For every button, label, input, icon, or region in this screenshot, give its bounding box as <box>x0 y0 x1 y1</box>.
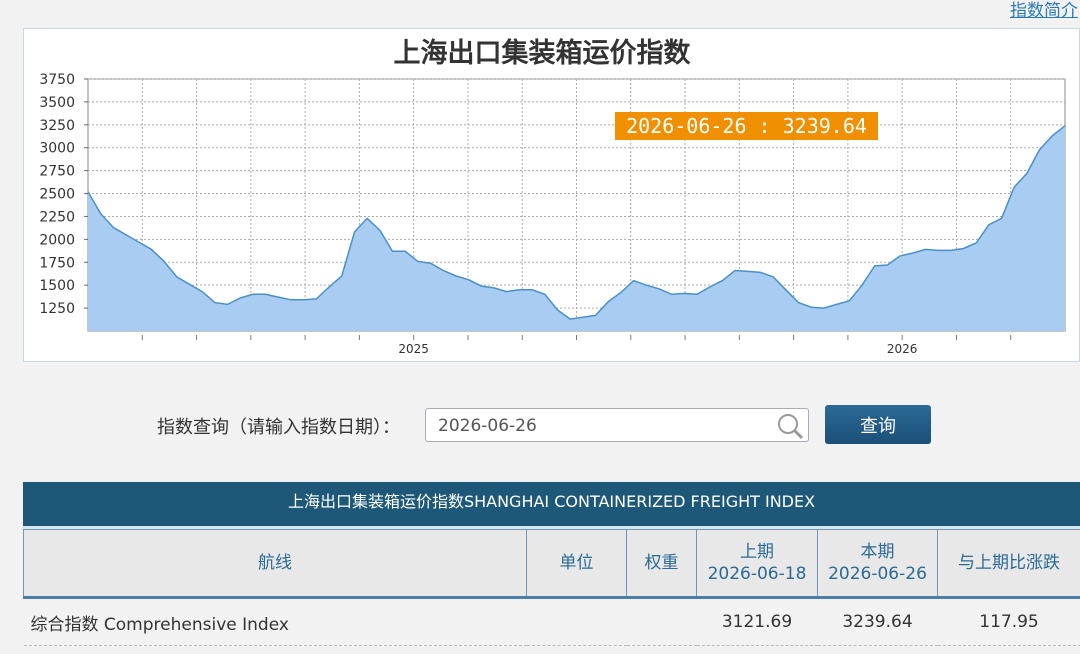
y-tick-label: 1750 <box>39 255 75 271</box>
y-tick-label: 2500 <box>39 187 75 203</box>
y-tick-label: 1250 <box>39 301 75 317</box>
y-tick-label: 3250 <box>39 118 75 134</box>
cell-weight <box>626 597 697 646</box>
cell-change: 117.95 <box>937 597 1080 646</box>
y-tick-label: 2250 <box>39 209 75 225</box>
y-tick-label: 2750 <box>39 164 75 180</box>
y-tick-label: 2000 <box>39 232 75 248</box>
col-change: 与上期比涨跌 <box>937 529 1080 599</box>
col-current: 本期 2026-06-26 <box>817 529 938 599</box>
y-tick-label: 1500 <box>39 278 75 294</box>
col-current-date: 2026-06-26 <box>828 564 927 584</box>
query-row: 指数查询（请输入指数日期）： 查询 <box>0 402 1080 446</box>
col-route: 航线 <box>23 529 527 599</box>
cell-current: 3239.64 <box>817 597 938 646</box>
table-caption: 上海出口集装箱运价指数SHANGHAI CONTAINERIZED FREIGH… <box>23 482 1080 529</box>
table-row: 综合指数 Comprehensive Index 3121.69 3239.64… <box>23 597 1080 646</box>
col-unit: 单位 <box>526 529 627 599</box>
cell-previous: 3121.69 <box>696 597 818 646</box>
date-input[interactable] <box>426 409 780 443</box>
y-tick-label: 3500 <box>39 95 75 111</box>
search-icon[interactable] <box>776 412 804 440</box>
date-input-box[interactable] <box>425 408 809 443</box>
query-button[interactable]: 查询 <box>825 405 931 444</box>
index-table: 航线 单位 权重 上期 2026-06-18 本期 2026-06-26 与上期… <box>23 529 1080 646</box>
cell-unit <box>526 597 627 646</box>
table-header-row: 航线 单位 权重 上期 2026-06-18 本期 2026-06-26 与上期… <box>23 529 1080 599</box>
cell-route: 综合指数 Comprehensive Index <box>23 597 527 646</box>
index-table-section: 上海出口集装箱运价指数SHANGHAI CONTAINERIZED FREIGH… <box>23 482 1080 646</box>
col-current-label: 本期 <box>860 542 895 562</box>
col-previous-date: 2026-06-18 <box>707 564 807 584</box>
chart-tooltip: 2026-06-26 : 3239.64 <box>615 112 878 140</box>
chart-title: 上海出口集装箱运价指数 <box>393 38 691 69</box>
col-previous-label: 上期 <box>740 542 774 562</box>
y-tick-label: 3750 <box>39 72 75 88</box>
x-tick-label: 2026 <box>887 342 918 356</box>
x-tick-label: 2025 <box>398 342 429 356</box>
y-tick-label: 3000 <box>39 141 75 157</box>
chart-panel: 3750 3500 3250 3000 2750 2500 2250 2000 1750 1500… <box>23 28 1080 362</box>
col-previous: 上期 2026-06-18 <box>696 529 818 599</box>
col-weight: 权重 <box>626 529 697 599</box>
index-chart: 3750 3500 3250 3000 2750 2500 2250 2000 1750 1500… <box>39 72 1066 356</box>
query-label: 指数查询（请输入指数日期）： <box>157 417 400 438</box>
index-intro-link[interactable]: 指数简介 <box>1010 0 1078 21</box>
